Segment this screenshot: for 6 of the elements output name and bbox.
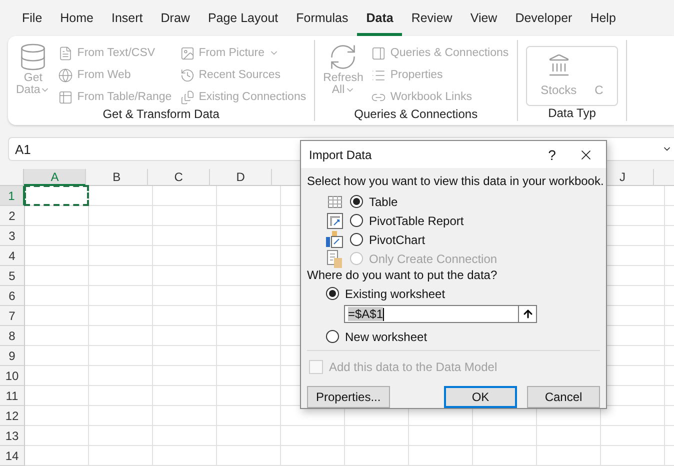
place-prompt: Where do you want to put the data?: [307, 268, 498, 282]
checkbox-label: Add this data to the Data Model: [329, 360, 498, 374]
group-label: Queries & Connections: [353, 107, 479, 121]
group-label: Get & Transform Data: [102, 107, 220, 121]
group-label: Data Typ: [547, 106, 597, 121]
dialog-title: Import Data: [309, 148, 373, 162]
